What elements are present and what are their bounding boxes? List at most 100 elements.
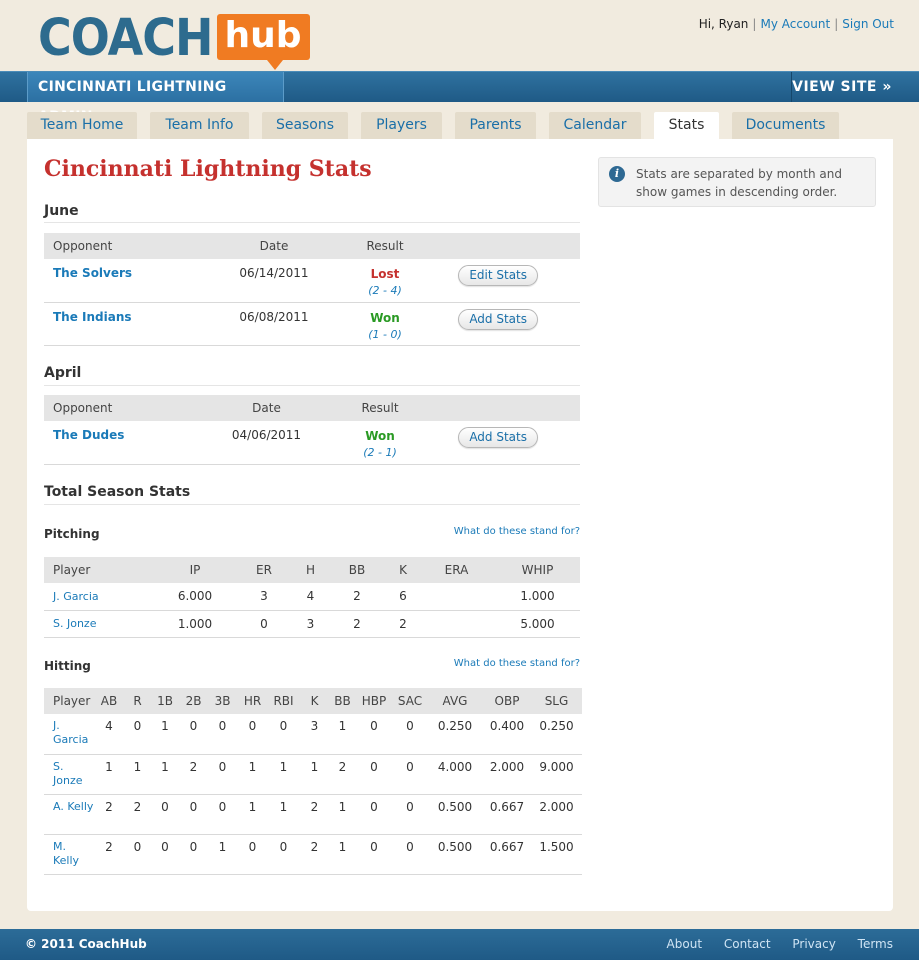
opponent-link[interactable]: The Solvers: [53, 266, 132, 280]
stat-cell: 0: [355, 754, 393, 795]
tab-stats[interactable]: Stats: [654, 112, 719, 140]
pitching-help-link[interactable]: What do these stand for?: [454, 526, 580, 537]
table-row: The Dudes 04/06/2011 Won (2 - 1) Add Stat…: [44, 421, 580, 465]
stat-cell: [418, 610, 495, 638]
stat-cell: 1: [268, 754, 299, 795]
game-date: 06/08/2011: [194, 302, 309, 346]
footer: © 2011 CoachHub About Contact Privacy Te…: [0, 929, 919, 960]
info-text: Stats are separated by month and show ga…: [636, 167, 842, 199]
stat-cell: 0.500: [427, 834, 483, 875]
footer-link-contact[interactable]: Contact: [724, 937, 771, 951]
stat-cell: 0: [179, 834, 208, 875]
coachhub-logo[interactable]: COACH hub: [38, 12, 310, 70]
separator: |: [834, 17, 839, 31]
stat-cell: [418, 583, 495, 611]
team-admin-dropdown[interactable]: CINCINNATI LIGHTNING ADMIN▼: [27, 72, 284, 125]
table-row: S. Jonze 1.000 0 3 2 2 5.000: [44, 610, 580, 638]
stat-cell: 5.000: [495, 610, 580, 638]
col-action: [431, 395, 580, 421]
stat-cell: 4.000: [427, 754, 483, 795]
player-link[interactable]: A. Kelly: [53, 800, 93, 813]
hitting-help-link[interactable]: What do these stand for?: [454, 658, 580, 669]
tab-seasons[interactable]: Seasons: [262, 112, 348, 139]
greeting: Hi, Ryan: [698, 17, 749, 31]
copyright: © 2011 CoachHub: [25, 937, 147, 951]
stat-cell: 2: [179, 754, 208, 795]
logo-hub-badge: hub: [216, 14, 310, 70]
game-score: (1 - 0): [368, 327, 402, 341]
edit-stats-button[interactable]: Edit Stats: [458, 265, 538, 286]
player-link[interactable]: S. Jonze: [53, 760, 83, 787]
add-stats-button[interactable]: Add Stats: [458, 308, 538, 330]
col-rbi: RBI: [268, 688, 299, 714]
tab-team-home[interactable]: Team Home: [27, 112, 137, 139]
table-header: Player AB R 1B 2B 3B HR RBI K BB HBP SAC…: [44, 688, 582, 714]
admin-nav-bar: CINCINNATI LIGHTNING ADMIN▼ VIEW SITE »: [0, 71, 919, 125]
result-won: Won: [370, 310, 400, 325]
col-whip: WHIP: [495, 557, 580, 583]
footer-link-terms[interactable]: Terms: [858, 937, 893, 951]
tab-parents[interactable]: Parents: [455, 112, 536, 139]
table-row: M. Kelly 2 0 0 0 1 0 0 2 1 0 0 0.500 0.6…: [44, 834, 582, 875]
add-stats-button[interactable]: Add Stats: [458, 427, 538, 448]
stat-cell: 0.667: [483, 794, 531, 835]
tab-players[interactable]: Players: [361, 112, 442, 139]
view-site-button[interactable]: VIEW SITE »: [791, 72, 892, 102]
stat-cell: 0.500: [427, 794, 483, 835]
info-icon: i: [609, 166, 625, 182]
col-2b: 2B: [179, 688, 208, 714]
stat-cell: 1: [330, 714, 355, 755]
stat-cell: 1: [237, 754, 268, 795]
col-date: Date: [194, 233, 309, 259]
month-heading-june: June: [44, 203, 79, 219]
my-account-link[interactable]: My Account: [760, 17, 830, 31]
stat-cell: 2.000: [531, 794, 582, 835]
table-header: Opponent Date Result: [44, 233, 580, 259]
opponent-link[interactable]: The Indians: [53, 310, 132, 324]
col-k: K: [388, 557, 418, 583]
player-link[interactable]: J. Garcia: [53, 590, 99, 603]
hitting-table: Player AB R 1B 2B 3B HR RBI K BB HBP SAC…: [44, 688, 582, 875]
stat-cell: 0: [393, 794, 427, 835]
stat-cell: 3: [299, 714, 330, 755]
table-row: S. Jonze 1 1 1 2 0 1 1 1 2 0 0 4.000 2.0…: [44, 754, 582, 795]
player-link[interactable]: J. Garcia: [53, 719, 88, 746]
sign-out-link[interactable]: Sign Out: [842, 17, 894, 31]
stat-cell: 0: [233, 610, 295, 638]
stat-cell: 0: [151, 834, 179, 875]
games-table-june: Opponent Date Result The Solvers 06/14/2…: [44, 233, 580, 346]
stat-cell: 0: [124, 834, 151, 875]
stat-cell: 0: [237, 834, 268, 875]
stat-cell: 2: [94, 794, 124, 835]
stat-cell: 0: [208, 794, 237, 835]
stat-cell: 0: [393, 714, 427, 755]
stat-cell: 4: [295, 583, 326, 611]
stat-cell: 1: [94, 754, 124, 795]
tab-documents[interactable]: Documents: [732, 112, 839, 139]
stat-cell: 1: [151, 714, 179, 755]
opponent-link[interactable]: The Dudes: [53, 428, 124, 442]
game-date: 06/14/2011: [194, 259, 309, 303]
pitching-heading: Pitching: [44, 527, 100, 541]
col-player: Player: [44, 557, 157, 583]
month-heading-april: April: [44, 365, 82, 381]
col-slg: SLG: [531, 688, 582, 714]
stat-cell: 0.667: [483, 834, 531, 875]
col-r: R: [124, 688, 151, 714]
tab-team-info[interactable]: Team Info: [150, 112, 249, 139]
footer-link-about[interactable]: About: [667, 937, 702, 951]
col-ip: IP: [157, 557, 233, 583]
player-link[interactable]: S. Jonze: [53, 617, 96, 630]
footer-link-privacy[interactable]: Privacy: [792, 937, 835, 951]
col-3b: 3B: [208, 688, 237, 714]
col-result: Result: [309, 233, 431, 259]
table-row: A. Kelly 2 2 0 0 0 1 1 2 1 0 0 0.500 0.6…: [44, 794, 582, 835]
stat-cell: 1: [330, 834, 355, 875]
col-er: ER: [233, 557, 295, 583]
stat-cell: 0: [151, 794, 179, 835]
table-row: The Solvers 06/14/2011 Lost (2 - 4) Edit …: [44, 259, 580, 303]
tab-calendar[interactable]: Calendar: [549, 112, 641, 139]
player-link[interactable]: M. Kelly: [53, 840, 79, 867]
stat-cell: 2: [326, 583, 388, 611]
col-opponent: Opponent: [44, 233, 194, 259]
